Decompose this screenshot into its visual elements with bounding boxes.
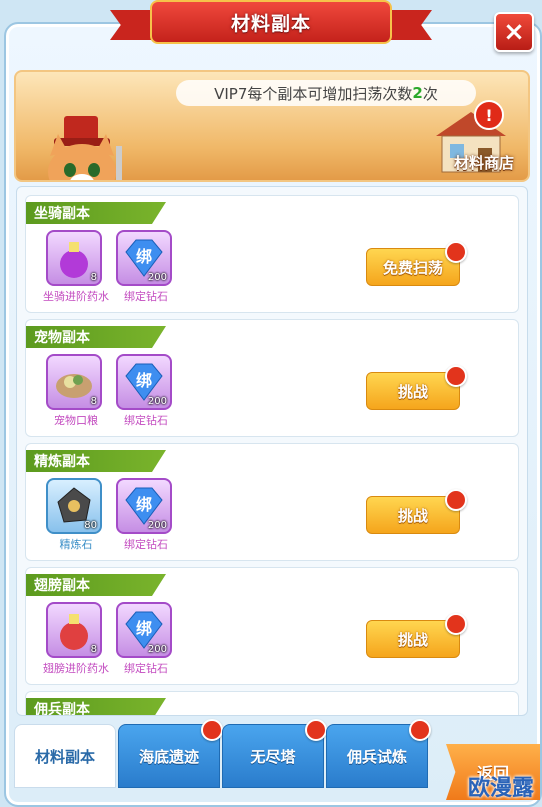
title-ribbon: 材料副本 <box>110 0 432 46</box>
banner: VIP7每个副本可增加扫荡次数 2 次 ! 材料商店 <box>14 70 530 182</box>
dungeon-title: 翅膀副本 <box>26 574 166 596</box>
dungeon-title: 坐骑副本 <box>26 202 166 224</box>
tab-endless-tower[interactable]: 无尽塔 <box>222 719 327 788</box>
tab-label: 佣兵试炼 <box>346 747 407 766</box>
watermark: 欧漫露 <box>467 776 534 801</box>
notification-dot-icon <box>201 719 223 741</box>
reward-count: 80 <box>84 520 97 531</box>
diamond-icon: 绑 200 <box>116 230 172 286</box>
sweep-button[interactable]: 免费扫荡 <box>366 241 467 286</box>
reward-item[interactable]: 8 宠物口粮 <box>46 354 106 428</box>
reward-name: 精炼石 <box>59 538 93 551</box>
shop-alert-icon: ! <box>474 100 504 130</box>
notification-dot-icon <box>445 613 467 635</box>
reward-count: 200 <box>147 520 167 531</box>
reward-count: 8 <box>90 396 97 407</box>
challenge-button[interactable]: 挑战 <box>366 613 467 658</box>
tab-bar: 材料副本 海底遗迹 无尽塔 佣兵试炼 <box>14 719 434 790</box>
reward-name: 绑定钻石 <box>124 414 168 427</box>
notification-dot-icon <box>445 489 467 511</box>
action-label: 免费扫荡 <box>382 258 443 277</box>
tab-label: 材料副本 <box>34 747 95 766</box>
dungeon-title: 宠物副本 <box>26 326 166 348</box>
page-title: 材料副本 <box>230 12 311 35</box>
reward-item[interactable]: 8 坐骑进阶药水 <box>43 230 109 304</box>
reward-item[interactable]: 绑 200 绑定钻石 <box>116 602 176 676</box>
tab-label: 海底遗迹 <box>138 747 199 766</box>
dungeon-card-refine: 精炼副本 80 精炼石 绑 200 绑定钻石 挑战 <box>25 443 519 561</box>
reward-name: 绑定钻石 <box>124 538 168 551</box>
diamond-glyph: 绑 <box>136 619 152 638</box>
reward-name: 宠物口粮 <box>54 414 98 427</box>
action-label: 挑战 <box>397 630 428 649</box>
diamond-icon: 绑 200 <box>116 478 172 534</box>
tab-label: 无尽塔 <box>250 747 296 766</box>
food-icon: 8 <box>46 354 102 410</box>
reward-count: 200 <box>147 396 167 407</box>
dungeon-card-wings: 翅膀副本 8 翅膀进阶药水 绑 200 绑定钻石 挑战 <box>25 567 519 685</box>
notification-dot-icon <box>409 719 431 741</box>
reward-item[interactable]: 绑 200 绑定钻石 <box>116 354 176 428</box>
tab-mercenary-trial[interactable]: 佣兵试炼 <box>326 719 431 788</box>
reward-count: 200 <box>147 272 167 283</box>
vip-suffix: 次 <box>422 84 438 103</box>
reward-name: 翅膀进阶药水 <box>43 662 109 675</box>
reward-count: 200 <box>147 644 167 655</box>
reward-item[interactable]: 80 精炼石 <box>46 478 106 552</box>
challenge-button[interactable]: 挑战 <box>366 365 467 410</box>
cat-mascot-icon <box>48 116 122 180</box>
dungeon-title: 佣兵副本 <box>26 698 166 715</box>
challenge-button[interactable]: 挑战 <box>366 489 467 534</box>
diamond-glyph: 绑 <box>136 495 152 514</box>
tab-materials[interactable]: 材料副本 <box>14 724 116 788</box>
notification-dot-icon <box>445 365 467 387</box>
notification-dot-icon <box>305 719 327 741</box>
close-icon: × <box>503 17 525 47</box>
reward-item[interactable]: 绑 200 绑定钻石 <box>116 230 176 304</box>
potion-icon: 8 <box>46 602 102 658</box>
dungeon-list[interactable]: 坐骑副本 8 坐骑进阶药水 绑 200 绑定钻石 免费扫荡 宠物副本 8 宠物口… <box>16 186 528 716</box>
reward-item[interactable]: 8 翅膀进阶药水 <box>43 602 109 676</box>
shop-label[interactable]: 材料商店 <box>454 152 514 173</box>
vip-info: VIP7每个副本可增加扫荡次数 2 次 <box>176 80 476 106</box>
reward-name: 绑定钻石 <box>124 290 168 303</box>
dungeon-card-pet: 宠物副本 8 宠物口粮 绑 200 绑定钻石 挑战 <box>25 319 519 437</box>
vip-text: VIP7每个副本可增加扫荡次数 <box>214 84 413 103</box>
potion-icon: 8 <box>46 230 102 286</box>
reward-item[interactable]: 绑 200 绑定钻石 <box>116 478 176 552</box>
action-label: 挑战 <box>397 506 428 525</box>
reward-count: 8 <box>90 644 97 655</box>
stone-icon: 80 <box>46 478 102 534</box>
diamond-icon: 绑 200 <box>116 602 172 658</box>
diamond-glyph: 绑 <box>136 371 152 390</box>
dungeon-title: 精炼副本 <box>26 450 166 472</box>
vip-count: 2 <box>412 84 423 102</box>
dungeon-card-mercenary: 佣兵副本 <box>25 691 519 715</box>
tab-undersea-ruins[interactable]: 海底遗迹 <box>118 719 223 788</box>
action-label: 挑战 <box>397 382 428 401</box>
diamond-glyph: 绑 <box>136 247 152 266</box>
title-plate: 材料副本 <box>150 0 392 44</box>
reward-count: 8 <box>90 272 97 283</box>
close-button[interactable]: × <box>494 12 534 52</box>
reward-name: 绑定钻石 <box>124 662 168 675</box>
notification-dot-icon <box>445 241 467 263</box>
reward-name: 坐骑进阶药水 <box>43 290 109 303</box>
diamond-icon: 绑 200 <box>116 354 172 410</box>
dungeon-card-mount: 坐骑副本 8 坐骑进阶药水 绑 200 绑定钻石 免费扫荡 <box>25 195 519 313</box>
